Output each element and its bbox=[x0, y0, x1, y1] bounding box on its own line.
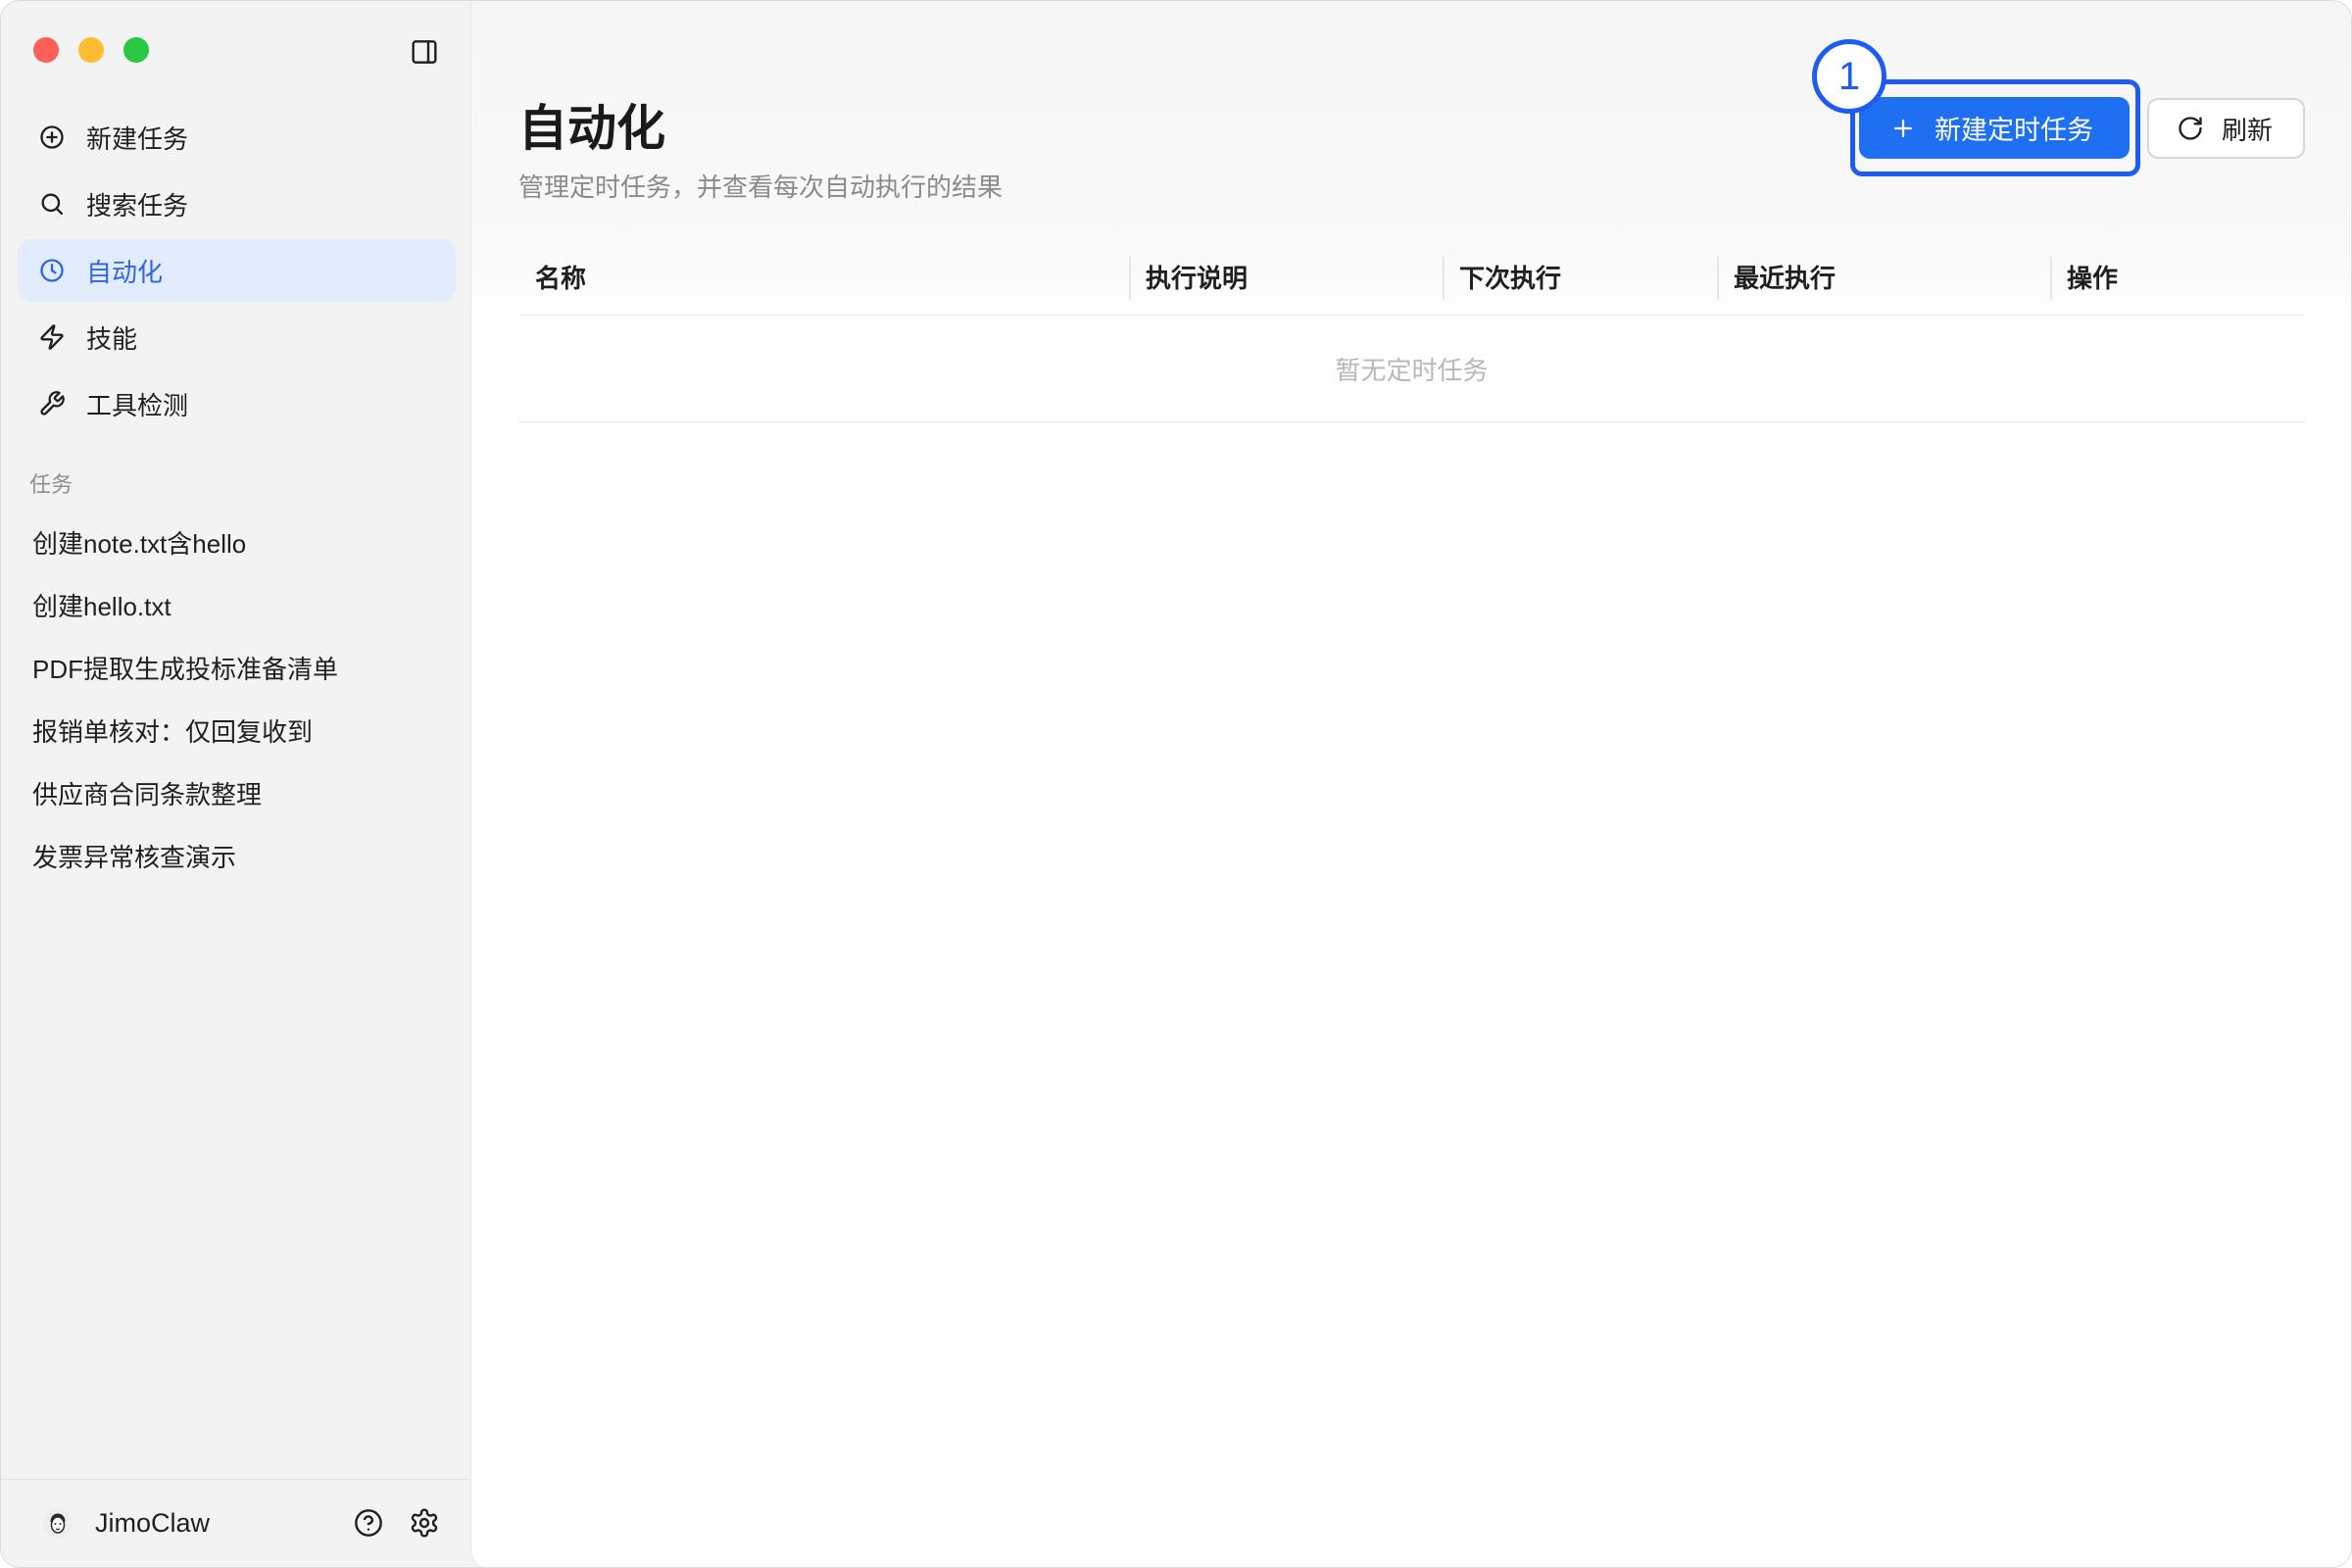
user-name[interactable]: JimoClaw bbox=[95, 1505, 210, 1541]
task-item[interactable]: 报销单核对：仅回复收到 bbox=[18, 701, 456, 763]
sidebar-toggle-icon[interactable] bbox=[409, 36, 440, 68]
avatar-icon[interactable] bbox=[42, 1507, 74, 1539]
sidebar-footer-divider bbox=[1, 1479, 471, 1480]
nav-item-tool-check[interactable]: 工具检测 bbox=[18, 372, 456, 435]
plus-icon bbox=[1893, 119, 1913, 137]
column-header-last-run: 最近执行 bbox=[1717, 241, 2050, 316]
new-scheduled-task-button[interactable]: 新建定时任务 bbox=[1859, 97, 2130, 159]
task-item[interactable]: 供应商合同条款整理 bbox=[18, 763, 456, 826]
page-subtitle: 管理定时任务，并查看每次自动执行的结果 bbox=[518, 172, 1004, 202]
refresh-label: 刷新 bbox=[2222, 115, 2274, 145]
nav-item-automation[interactable]: 自动化 bbox=[18, 239, 456, 302]
sidebar-nav: 新建任务 搜索任务 自动化 技能 工具检测 bbox=[18, 106, 456, 439]
tasks-section-label: 任务 bbox=[29, 472, 74, 497]
nav-item-skills[interactable]: 技能 bbox=[18, 306, 456, 368]
annotation-marker: 1 bbox=[1812, 39, 1886, 114]
column-header-next-run: 下次执行 bbox=[1443, 241, 1717, 316]
clock-icon bbox=[40, 259, 64, 282]
nav-item-label: 搜索任务 bbox=[86, 190, 189, 220]
nav-item-label: 自动化 bbox=[86, 257, 164, 287]
nav-item-new-task[interactable]: 新建任务 bbox=[18, 106, 456, 169]
nav-item-label: 工具检测 bbox=[86, 390, 189, 420]
nav-item-label: 新建任务 bbox=[86, 123, 189, 154]
task-list: 创建note.txt含hello 创建hello.txt PDF提取生成投标准备… bbox=[18, 513, 456, 889]
empty-state-text: 暂无定时任务 bbox=[1335, 355, 1489, 385]
main-panel: 自动化 管理定时任务，并查看每次自动执行的结果 新建定时任务 1 刷新 名称 执… bbox=[471, 1, 2351, 1567]
window-zoom-button[interactable] bbox=[123, 37, 149, 63]
table-empty-state: 暂无定时任务 bbox=[518, 316, 2305, 422]
app-window: 新建任务 搜索任务 自动化 技能 工具检测 任务 创建note.txt含hell… bbox=[0, 0, 2352, 1568]
window-close-button[interactable] bbox=[33, 37, 59, 63]
refresh-icon bbox=[2179, 117, 2202, 140]
help-icon[interactable] bbox=[353, 1507, 384, 1539]
column-header-name: 名称 bbox=[535, 264, 587, 293]
task-item[interactable]: 创建note.txt含hello bbox=[18, 513, 456, 575]
column-header-actions: 操作 bbox=[2050, 241, 2305, 316]
plus-circle-icon bbox=[40, 125, 64, 149]
refresh-button[interactable]: 刷新 bbox=[2147, 98, 2305, 159]
page-title: 自动化 bbox=[518, 101, 665, 156]
table-header: 名称 执行说明 下次执行 最近执行 操作 bbox=[518, 241, 2305, 316]
search-icon bbox=[41, 193, 64, 216]
task-item[interactable]: 创建hello.txt bbox=[18, 575, 456, 638]
sidebar: 新建任务 搜索任务 自动化 技能 工具检测 任务 创建note.txt含hell… bbox=[1, 1, 471, 1567]
window-minimize-button[interactable] bbox=[78, 37, 104, 63]
settings-icon[interactable] bbox=[409, 1507, 440, 1539]
nav-item-search-tasks[interactable]: 搜索任务 bbox=[18, 172, 456, 235]
scheduled-tasks-table: 名称 执行说明 下次执行 最近执行 操作 暂无定时任务 bbox=[518, 241, 2305, 422]
nav-item-label: 技能 bbox=[86, 323, 138, 354]
lightning-icon bbox=[40, 324, 64, 350]
task-item[interactable]: 发票异常核查演示 bbox=[18, 826, 456, 889]
task-item[interactable]: PDF提取生成投标准备清单 bbox=[18, 638, 456, 701]
new-scheduled-task-label: 新建定时任务 bbox=[1935, 116, 2093, 145]
column-header-description: 执行说明 bbox=[1129, 241, 1443, 316]
wrench-icon bbox=[40, 391, 65, 416]
